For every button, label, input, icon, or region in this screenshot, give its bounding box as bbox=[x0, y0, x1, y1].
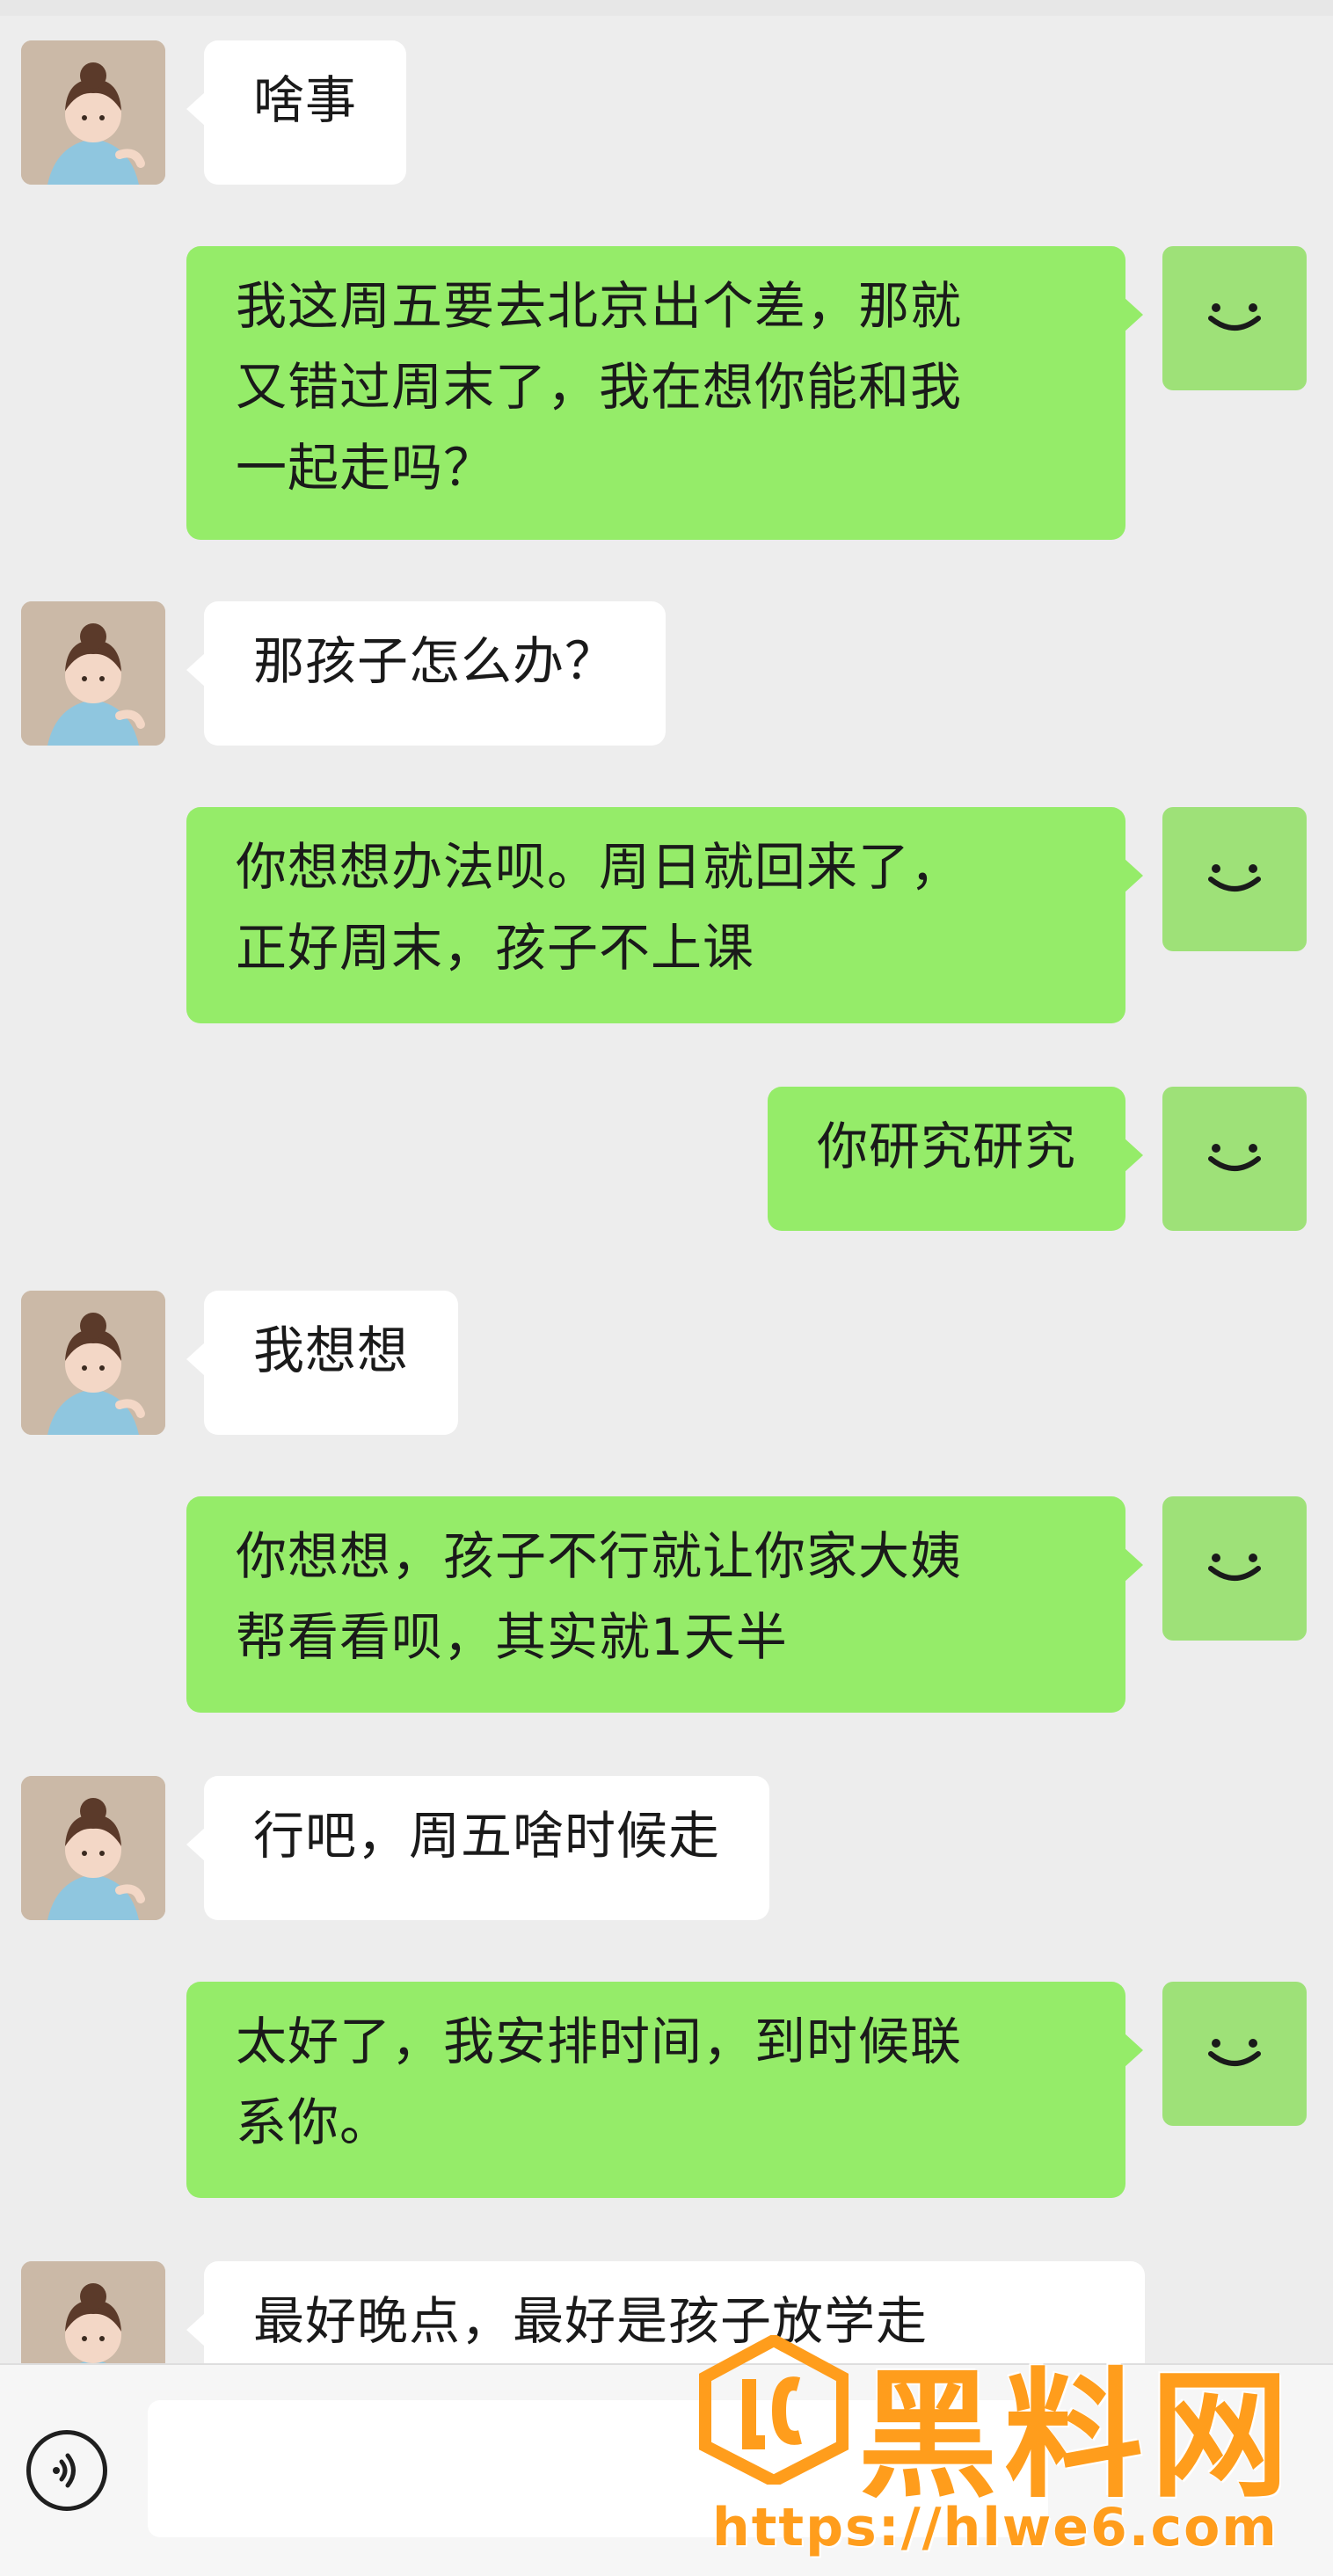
contact-avatar[interactable] bbox=[21, 1776, 165, 1920]
voice-input-button[interactable] bbox=[26, 2430, 107, 2511]
message-bubble-incoming[interactable]: 那孩子怎么办？ bbox=[186, 601, 666, 746]
watermark-logo-icon bbox=[699, 2335, 849, 2485]
message-bubble-outgoing[interactable]: 你想想办法呗。周日就回来了， 正好周末，孩子不上课 bbox=[186, 807, 1143, 1023]
message-bubble-outgoing[interactable]: 你想想，孩子不行就让你家大姨 帮看看呗，其实就1天半 bbox=[186, 1496, 1143, 1713]
watermark-title: 黑料网 bbox=[858, 2355, 1296, 2517]
my-avatar[interactable] bbox=[1162, 1087, 1307, 1231]
watermark-url: https://hlwe6.com bbox=[712, 2497, 1278, 2558]
message-bubble-outgoing[interactable]: 太好了，我安排时间，到时候联 系你。 bbox=[186, 1982, 1143, 2198]
message-bubble-outgoing[interactable]: 我这周五要去北京出个差，那就 又错过周末了，我在想你能和我 一起走吗？ bbox=[186, 246, 1143, 540]
contact-avatar-image bbox=[21, 1291, 165, 1435]
smiley-icon bbox=[1208, 864, 1261, 891]
my-avatar[interactable] bbox=[1162, 1496, 1307, 1641]
contact-avatar-image bbox=[21, 1776, 165, 1920]
watermark: 黑料网 https://hlwe6.com bbox=[695, 2323, 1319, 2560]
voice-input-icon bbox=[53, 2453, 76, 2488]
top-edge bbox=[0, 0, 1333, 16]
contact-avatar[interactable] bbox=[21, 1291, 165, 1435]
contact-avatar[interactable] bbox=[21, 601, 165, 746]
contact-avatar[interactable] bbox=[21, 40, 165, 185]
contact-avatar-image bbox=[21, 40, 165, 185]
smiley-icon bbox=[1208, 1144, 1261, 1171]
my-avatar[interactable] bbox=[1162, 807, 1307, 951]
my-avatar[interactable] bbox=[1162, 1982, 1307, 2126]
message-bubble-incoming[interactable]: 行吧，周五啥时候走 bbox=[186, 1776, 770, 1920]
message-bubble-outgoing[interactable]: 你研究研究 bbox=[767, 1087, 1144, 1231]
message-bubble-incoming[interactable]: 我想想 bbox=[186, 1291, 459, 1435]
message-bubble-incoming[interactable]: 啥事 bbox=[186, 40, 407, 185]
my-avatar[interactable] bbox=[1162, 246, 1307, 390]
contact-avatar-image bbox=[21, 601, 165, 746]
smiley-icon bbox=[1208, 303, 1261, 331]
smiley-icon bbox=[1208, 2039, 1261, 2066]
smiley-icon bbox=[1208, 1554, 1261, 1581]
